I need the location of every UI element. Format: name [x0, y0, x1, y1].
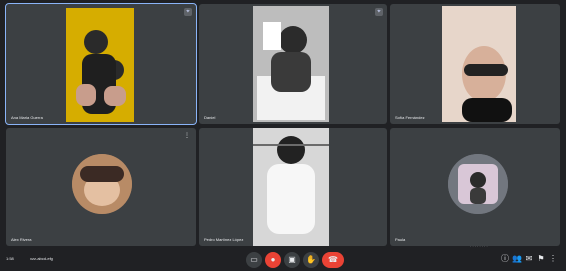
mic-off-button[interactable]: ● [265, 252, 281, 268]
activities-icon: ⚑ [537, 254, 545, 263]
phone-hangup-icon: ☎ [328, 255, 338, 264]
participant-tile[interactable]: ⋮ Alex Rivera [6, 128, 196, 246]
activities-button[interactable]: ⚑ [536, 254, 546, 264]
pin-icon[interactable]: ⌖ [184, 8, 192, 16]
video-frame [442, 6, 516, 122]
participant-tile[interactable]: ⌖ Ana Maria Guerra [5, 3, 197, 125]
raise-hand-button[interactable]: ✋ [303, 252, 319, 268]
participant-name: Alex Rivera [11, 237, 32, 242]
hand-icon: ✋ [306, 255, 316, 264]
meeting-app: ⌖ Ana Maria Guerra ⌖ Daniel Sofía Fernán… [0, 0, 566, 271]
camera-button[interactable]: ▣ [284, 252, 300, 268]
participant-avatar [448, 154, 508, 214]
video-frame [253, 6, 329, 122]
video-frame [253, 128, 329, 246]
participant-tile[interactable]: Paula [390, 128, 560, 246]
participant-video [253, 128, 329, 246]
participant-name: Pedro Martínez López [204, 237, 244, 242]
participant-avatar [72, 154, 132, 214]
avatar-image [72, 154, 132, 214]
pin-icon[interactable]: ⌖ [375, 8, 383, 16]
chat-button[interactable]: ✉ [524, 254, 534, 264]
camera-icon: ▣ [288, 255, 296, 264]
people-button[interactable]: 👥 [512, 254, 522, 264]
participant-video [442, 6, 516, 122]
mic-off-icon: ● [270, 255, 276, 264]
video-frame [66, 8, 134, 122]
more-icon: ⋮ [549, 254, 557, 263]
people-icon: 👥 [512, 254, 522, 263]
participant-tile[interactable]: Sofía Fernández [390, 4, 560, 124]
participant-tile[interactable]: ⌖ Daniel [199, 4, 387, 124]
participant-tile[interactable]: Pedro Martínez López [199, 128, 387, 246]
participant-name: Paula [395, 237, 406, 242]
info-icon: ⓘ [501, 254, 509, 263]
more-options-icon[interactable]: ⋮ [184, 132, 190, 139]
info-button[interactable]: ⓘ [500, 254, 510, 264]
bottom-toolbar: 1:58 xzz-abcd-efg ▭ ● ▣ ✋ ☎ ⓘ 👥 ✉ ⚑ ⋮ [0, 248, 566, 271]
participant-video [66, 8, 134, 122]
participant-name: Ana Maria Guerra [11, 115, 43, 120]
participant-name: Daniel [204, 115, 216, 120]
present-icon: ▭ [250, 255, 258, 264]
meeting-time: 1:58 [6, 256, 14, 261]
participant-video [253, 6, 329, 122]
more-button[interactable]: ⋮ [548, 254, 558, 264]
participant-name: Sofía Fernández [395, 115, 425, 120]
chat-icon: ✉ [525, 254, 533, 263]
avatar-image [448, 154, 508, 214]
end-call-button[interactable]: ☎ [322, 252, 344, 268]
meeting-code: xzz-abcd-efg [30, 256, 53, 261]
present-button[interactable]: ▭ [246, 252, 262, 268]
